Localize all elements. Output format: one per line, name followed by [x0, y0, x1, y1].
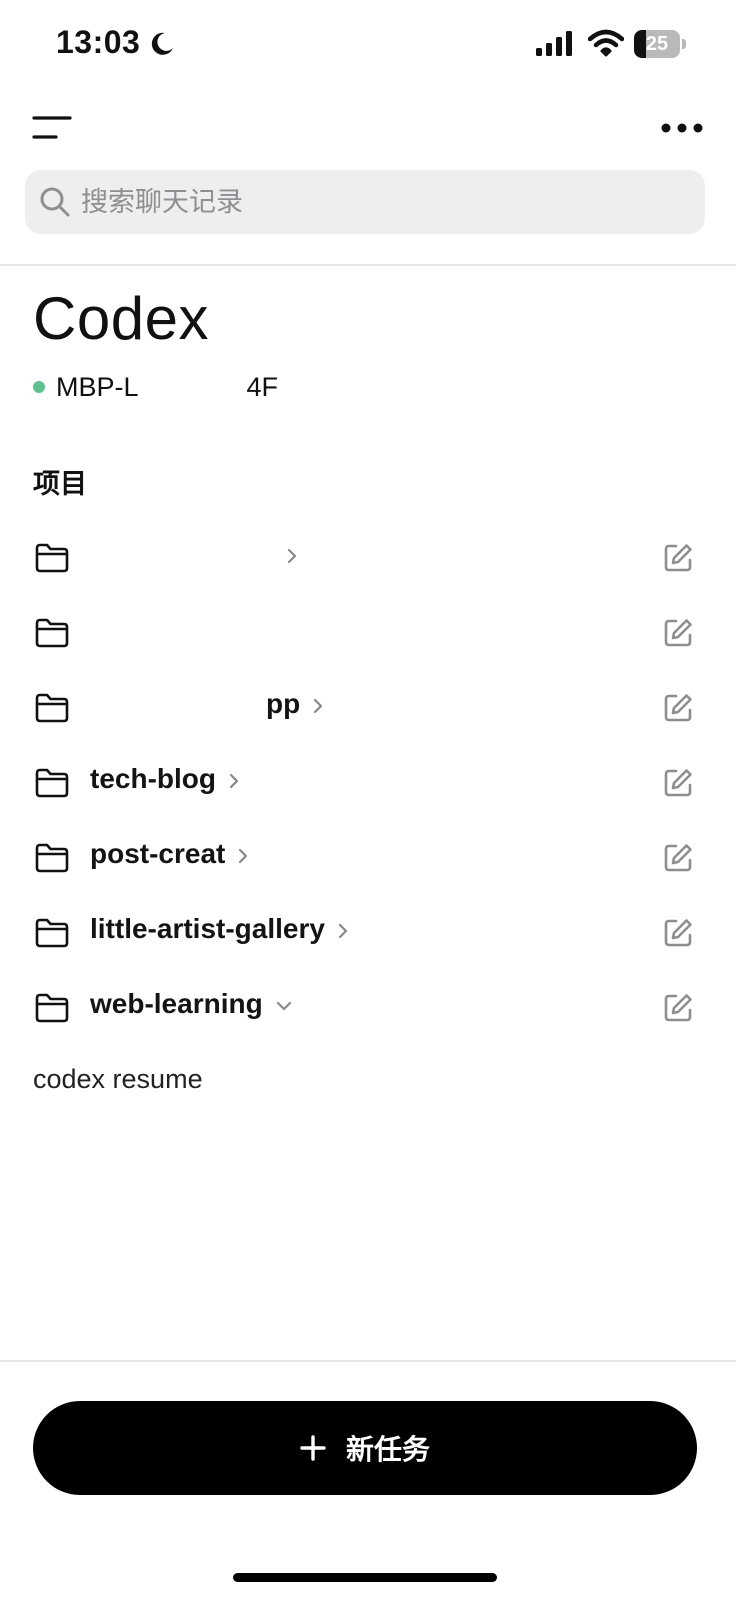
folder-icon: [35, 918, 69, 948]
project-row[interactable]: [0, 595, 736, 670]
edit-project-button[interactable]: [658, 913, 698, 953]
edit-project-button[interactable]: [658, 988, 698, 1028]
plus-icon: [300, 1435, 326, 1461]
project-name-row: little-artist-gallery: [90, 913, 349, 945]
device-status-dot: [33, 381, 45, 393]
chevron-right-icon: [314, 698, 323, 713]
chevron-right-icon: [338, 923, 348, 938]
folder-icon: [35, 843, 69, 873]
project-name-row: pp: [90, 688, 324, 720]
search-icon: [40, 187, 70, 217]
sidebar-menu-button[interactable]: [24, 104, 80, 152]
project-list: pp tech-blog post-creat little-artist-ga…: [0, 520, 736, 1045]
signal-icon: [536, 31, 572, 56]
edit-icon: [664, 619, 692, 647]
project-name-row: post-creat: [90, 838, 249, 870]
edit-icon: [664, 769, 692, 797]
project-name-row: [90, 538, 298, 570]
chevron-right-icon: [229, 773, 239, 788]
edit-icon: [664, 994, 692, 1022]
home-indicator[interactable]: [233, 1573, 497, 1582]
edit-project-button[interactable]: [658, 538, 698, 578]
project-row[interactable]: tech-blog: [0, 745, 736, 820]
screen: 13:03 25 搜索聊天记录 Codex MBP-L 4F 项目 pp tec…: [0, 0, 736, 1600]
project-name: pp: [266, 688, 301, 719]
edit-project-button[interactable]: [658, 688, 698, 728]
project-row[interactable]: pp: [0, 670, 736, 745]
menu-icon: [32, 116, 72, 139]
battery-percent: 25: [645, 33, 669, 55]
session-item-codex-resume[interactable]: codex resume: [33, 1064, 203, 1095]
chevron-down-icon: [276, 1001, 291, 1010]
battery-body: 25: [634, 30, 680, 58]
new-task-button[interactable]: 新任务: [33, 1401, 697, 1495]
search-bar[interactable]: [25, 170, 705, 234]
chevron-right-icon: [239, 848, 248, 863]
search-input[interactable]: [81, 186, 681, 218]
device-name: MBP-L 4F: [56, 371, 279, 402]
project-name-row: web-learning: [90, 988, 293, 1020]
edit-icon: [664, 694, 692, 722]
project-row[interactable]: little-artist-gallery: [0, 895, 736, 970]
edit-project-button[interactable]: [658, 838, 698, 878]
more-icon: [661, 123, 703, 133]
new-task-label: 新任务: [345, 1433, 430, 1466]
edit-icon: [664, 544, 692, 572]
footer-divider: [0, 1360, 736, 1362]
chevron-right-icon: [287, 548, 297, 563]
status-bar: 13:03 25: [0, 0, 736, 90]
moon-icon: [151, 32, 173, 55]
folder-icon: [35, 993, 69, 1023]
battery-cap: [682, 39, 686, 49]
header-divider: [0, 264, 736, 266]
page-title: Codex: [33, 285, 209, 352]
status-time: 13:03: [56, 24, 141, 60]
folder-icon: [35, 543, 69, 573]
project-name: post-creat: [90, 838, 226, 869]
more-options-button[interactable]: [650, 104, 714, 152]
project-row[interactable]: web-learning: [0, 970, 736, 1045]
battery-indicator: 25: [634, 30, 686, 58]
folder-icon: [35, 768, 69, 798]
folder-icon: [35, 618, 69, 648]
project-name: little-artist-gallery: [90, 913, 325, 944]
edit-icon: [664, 919, 692, 947]
edit-project-button[interactable]: [658, 763, 698, 803]
projects-section-label: 项目: [33, 469, 87, 500]
device-row: MBP-L 4F: [33, 370, 278, 404]
project-row[interactable]: [0, 520, 736, 595]
project-row[interactable]: post-creat: [0, 820, 736, 895]
wifi-icon: [588, 29, 624, 57]
edit-project-button[interactable]: [658, 613, 698, 653]
project-name: web-learning: [90, 988, 263, 1019]
folder-icon: [35, 693, 69, 723]
project-name-row: tech-blog: [90, 763, 240, 795]
project-name: tech-blog: [90, 763, 216, 794]
edit-icon: [664, 844, 692, 872]
